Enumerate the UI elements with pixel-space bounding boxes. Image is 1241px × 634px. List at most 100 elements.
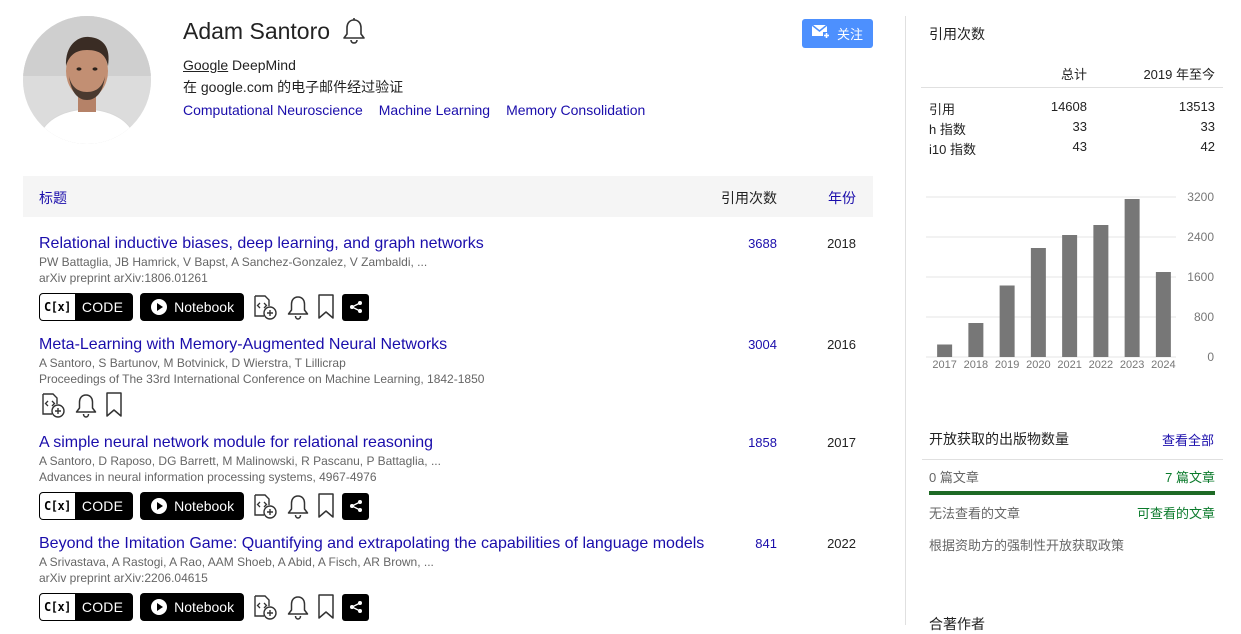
sort-by-year[interactable]: 年份 — [828, 188, 856, 208]
code-label: CODE — [81, 299, 124, 315]
play-icon — [151, 599, 168, 615]
x-tick-label: 2023 — [1120, 359, 1144, 371]
cited-by-count-link[interactable]: 3004 — [748, 337, 777, 352]
share-icon — [349, 500, 362, 512]
follow-button[interactable]: 关注 — [802, 19, 873, 48]
code-button[interactable]: C[x] CODE — [39, 293, 134, 321]
bell-icon[interactable] — [341, 17, 367, 45]
share-button[interactable] — [342, 492, 370, 520]
x-tick-label: 2022 — [1089, 359, 1113, 371]
stat-label: i10 指数 — [929, 142, 976, 157]
bookmark-icon[interactable] — [105, 392, 123, 418]
view-all-link[interactable]: 查看全部 — [1162, 430, 1214, 449]
sort-by-title[interactable]: 标题 — [39, 188, 67, 208]
article-actions: C[x] CODE Notebook — [39, 593, 873, 621]
y-tick-label: 0 — [1207, 350, 1214, 364]
interest-link[interactable]: Computational Neuroscience — [183, 102, 363, 118]
notebook-button[interactable]: Notebook — [140, 293, 245, 321]
article-actions: C[x] CODE Notebook — [39, 492, 873, 520]
alert-bell-icon[interactable] — [286, 294, 310, 320]
bar-2019[interactable] — [999, 285, 1015, 358]
stat-total: 14608 — [1050, 99, 1087, 114]
bar-2024[interactable] — [1155, 272, 1171, 357]
interest-link[interactable]: Memory Consolidation — [506, 102, 645, 118]
cited-by-count-link[interactable]: 841 — [755, 536, 777, 551]
open-access-progress-bar — [929, 491, 1215, 495]
article-year: 2017 — [827, 435, 856, 450]
bar-2018[interactable] — [968, 323, 984, 357]
article-authors: A Srivastava, A Rastogi, A Rao, AAM Shoe… — [39, 555, 434, 569]
citation-stats-row: 引用 14608 13513 — [921, 96, 1223, 117]
affiliation-org-link[interactable]: Google — [183, 57, 228, 73]
add-code-icon[interactable] — [251, 293, 279, 321]
notebook-button[interactable]: Notebook — [140, 492, 245, 520]
article-venue: arXiv preprint arXiv:2206.04615 — [39, 571, 208, 585]
stat-since: 13513 — [1178, 99, 1215, 114]
coauthors-title: 合著作者 — [929, 616, 985, 632]
y-tick-label: 800 — [1194, 310, 1214, 324]
bar-2021[interactable] — [1062, 235, 1078, 357]
stat-since: 33 — [1200, 119, 1215, 134]
code-button[interactable]: C[x] CODE — [39, 492, 134, 520]
code-button[interactable]: C[x] CODE — [39, 593, 134, 621]
affiliation-rest: DeepMind — [228, 57, 296, 73]
citation-stats-row: h 指数 33 33 — [921, 116, 1223, 137]
affiliation: Google DeepMind — [183, 57, 296, 73]
article-title-link[interactable]: Beyond the Imitation Game: Quantifying a… — [39, 534, 873, 554]
play-icon — [151, 299, 168, 315]
alert-bell-icon[interactable] — [286, 594, 310, 620]
col-since: 2019 年至今 — [1143, 67, 1215, 82]
notebook-button[interactable]: Notebook — [140, 593, 245, 621]
col-total: 总计 — [1060, 67, 1087, 82]
bookmark-icon[interactable] — [317, 594, 335, 620]
cited-by-count-link[interactable]: 1858 — [748, 435, 777, 450]
citation-stats-header: 总计 2019 年至今 — [921, 55, 1223, 88]
citations-per-year-chart: 0 800 1600 2400 3200 2017 2018 2019 2020 2021 2022… — [926, 190, 1214, 371]
share-button[interactable] — [342, 293, 370, 321]
cited-by-header: 引用次数 — [721, 190, 777, 206]
not-available-count: 0 篇文章 — [929, 470, 979, 485]
available-label: 可查看的文章 — [1136, 506, 1215, 521]
article-authors: A Santoro, S Bartunov, M Botvinick, D Wi… — [39, 356, 346, 370]
add-code-icon[interactable] — [251, 492, 279, 520]
interest-link[interactable]: Machine Learning — [379, 102, 490, 118]
open-access-title: 开放获取的出版物数量 — [929, 431, 1069, 447]
x-tick-label: 2021 — [1057, 359, 1081, 371]
share-button[interactable] — [342, 593, 370, 621]
alert-bell-icon[interactable] — [286, 493, 310, 519]
article-actions — [39, 391, 873, 419]
profile-name: Adam Santoro — [183, 17, 331, 44]
notebook-label: Notebook — [174, 599, 235, 615]
name-row: Adam Santoro — [183, 14, 367, 48]
article-year: 2018 — [827, 236, 856, 251]
available-count: 7 篇文章 — [1165, 470, 1215, 485]
citation-stats-table: 总计 2019 年至今 引用 14608 13513 h 指数 33 33 i1… — [921, 55, 1223, 157]
alert-bell-icon[interactable] — [74, 392, 98, 418]
cited-by-count-link[interactable]: 3688 — [748, 236, 777, 251]
bar-2017[interactable] — [937, 344, 953, 358]
article-venue: Proceedings of The 33rd International Co… — [39, 372, 485, 386]
article-authors: PW Battaglia, JB Hamrick, V Bapst, A San… — [39, 255, 428, 269]
article-venue: Advances in neural information processin… — [39, 470, 377, 484]
article-venue: arXiv preprint arXiv:1806.01261 — [39, 271, 208, 285]
bar-2020[interactable] — [1030, 248, 1046, 357]
follow-label: 关注 — [836, 27, 863, 42]
add-code-icon[interactable] — [251, 593, 279, 621]
bar-2023[interactable] — [1124, 199, 1140, 357]
article-row: A simple neural network module for relat… — [39, 433, 873, 520]
add-code-icon[interactable] — [39, 391, 67, 419]
code-label: CODE — [81, 498, 124, 514]
interests: Computational Neuroscience Machine Learn… — [183, 102, 645, 118]
bookmark-icon[interactable] — [317, 493, 335, 519]
open-access-divider — [922, 459, 1223, 460]
code-prefix-icon: C[x] — [40, 294, 75, 320]
x-tick-label: 2020 — [1026, 359, 1050, 371]
mandate-policy-text: 根据资助方的强制性开放获取政策 — [929, 538, 1125, 553]
bar-2022[interactable] — [1093, 225, 1109, 357]
stat-total: 33 — [1072, 119, 1087, 134]
article-year: 2016 — [827, 337, 856, 352]
article-row: Beyond the Imitation Game: Quantifying a… — [39, 534, 873, 621]
bookmark-icon[interactable] — [317, 294, 335, 320]
article-year: 2022 — [827, 536, 856, 551]
stat-total: 43 — [1072, 139, 1087, 154]
